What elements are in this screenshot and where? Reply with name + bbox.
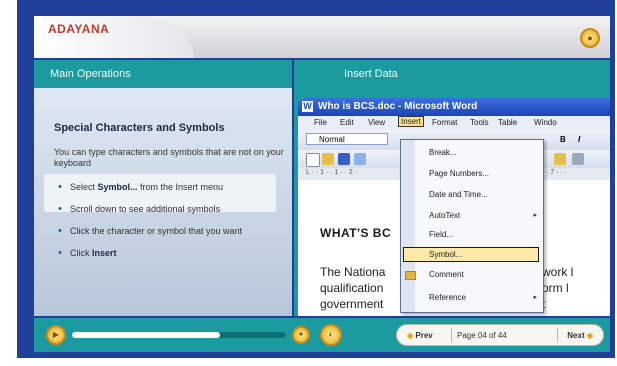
next-button[interactable]: Next ◆ xyxy=(567,331,593,340)
steps-list: Select Symbol... from the Insert menu Sc… xyxy=(58,182,280,270)
menu-icon-strip xyxy=(401,140,415,312)
audio-button[interactable]: ◐ xyxy=(320,324,342,346)
menu-file[interactable]: File xyxy=(314,118,327,127)
progress-fill xyxy=(72,332,220,338)
submenu-arrow-icon: ▸ xyxy=(533,294,537,301)
divider xyxy=(557,328,558,342)
menu-circle-button[interactable]: ● xyxy=(580,28,600,48)
left-header-title: Main Operations xyxy=(50,68,131,80)
menu-edit[interactable]: Edit xyxy=(340,118,354,127)
menu-item-comment[interactable]: Comment xyxy=(429,270,464,279)
menu-item-symbol[interactable]: Symbol... xyxy=(429,250,462,259)
right-header-title: Insert Data xyxy=(344,68,398,80)
word-title: Who is BCS.doc - Microsoft Word xyxy=(318,101,478,112)
progress-end-knob[interactable]: ● xyxy=(292,326,310,344)
bold-icon[interactable]: B xyxy=(560,135,566,144)
save-icon[interactable] xyxy=(338,153,350,165)
menu-item-break[interactable]: Break... xyxy=(429,148,457,157)
divider xyxy=(451,328,452,342)
doc-body-right: work l orm l t xyxy=(542,265,574,311)
new-doc-icon[interactable] xyxy=(306,153,320,167)
menu-item-autotext[interactable]: AutoText xyxy=(429,211,460,220)
instructions-panel: Special Characters and Symbols You can t… xyxy=(34,88,292,316)
doc-body: The Nationa qualification government xyxy=(320,265,386,311)
step-2: Scroll down to see additional symbols xyxy=(58,204,280,215)
menu-format[interactable]: Format xyxy=(432,118,457,127)
lesson-title: Special Characters and Symbols xyxy=(54,122,225,134)
insert-menu-dropdown: Break... Page Numbers... Date and Time..… xyxy=(400,139,544,313)
comment-icon xyxy=(405,271,416,280)
prev-button[interactable]: ◆ Prev xyxy=(407,331,433,340)
word-app-icon: W xyxy=(302,101,313,112)
menu-item-field[interactable]: Field... xyxy=(429,230,453,239)
submenu-arrow-icon: ▸ xyxy=(533,212,537,219)
menu-item-date-time[interactable]: Date and Time... xyxy=(429,190,488,199)
print-icon[interactable] xyxy=(354,153,366,165)
menu-table[interactable]: Table xyxy=(498,118,517,127)
menu-item-page-numbers[interactable]: Page Numbers... xyxy=(429,169,489,178)
play-button[interactable]: ▶ xyxy=(46,325,66,345)
player-bar: ▶ ● ◐ ◆ Prev Page 04 of 44 Next ◆ xyxy=(34,318,610,352)
left-header: Main Operations xyxy=(34,60,292,88)
step-4: Click Insert xyxy=(58,248,280,259)
menu-insert[interactable]: Insert xyxy=(398,116,425,127)
ruler-marks-right: · 7 · · · xyxy=(546,169,567,176)
word-menu-bar: File Edit View Insert Format Tools Table… xyxy=(298,116,610,130)
doc-heading: WHAT'S BC xyxy=(320,226,392,240)
open-icon[interactable] xyxy=(322,153,334,165)
page-counter: Page 04 of 44 xyxy=(457,331,507,340)
prev-arrow-icon: ◆ xyxy=(407,331,414,340)
menu-item-reference[interactable]: Reference xyxy=(429,293,466,302)
paste-icon[interactable] xyxy=(554,153,566,165)
menu-tools[interactable]: Tools xyxy=(470,118,489,127)
menu-view[interactable]: View xyxy=(368,118,385,127)
word-title-bar: W Who is BCS.doc - Microsoft Word xyxy=(298,98,610,116)
page-navigation: ◆ Prev Page 04 of 44 Next ◆ xyxy=(396,324,604,346)
brand-logo: ADAYANA xyxy=(48,22,110,36)
menu-selection-highlight xyxy=(403,247,539,262)
format-painter-icon[interactable] xyxy=(572,153,584,165)
progress-track[interactable] xyxy=(72,332,286,338)
lesson-intro: You can type characters and symbols that… xyxy=(54,147,284,168)
next-arrow-icon: ◆ xyxy=(586,331,593,340)
step-3: Click the character or symbol that you w… xyxy=(58,226,280,237)
step-1: Select Symbol... from the Insert menu xyxy=(58,182,280,193)
style-box[interactable]: Normal xyxy=(306,133,388,145)
right-header: Insert Data xyxy=(294,60,610,88)
header-bar: ADAYANA ● xyxy=(34,16,610,58)
ruler-marks-left: L · · 1 · · 1 · · 2 · xyxy=(306,169,358,176)
italic-icon[interactable]: I xyxy=(578,135,580,144)
menu-window[interactable]: Windo xyxy=(534,118,557,127)
